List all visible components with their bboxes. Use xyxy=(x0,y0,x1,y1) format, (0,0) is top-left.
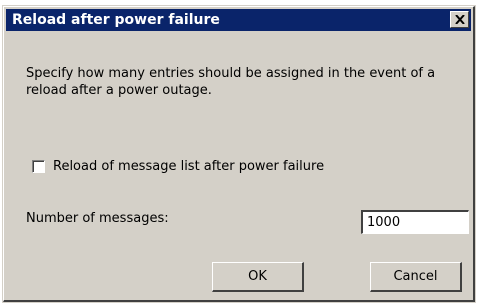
reload-checkbox-label[interactable]: Reload of message list after power failu… xyxy=(53,159,324,174)
title-bar[interactable]: Reload after power failure xyxy=(6,9,471,31)
dialog-description: Specify how many entries should be assig… xyxy=(26,66,436,98)
ok-button[interactable]: OK xyxy=(212,262,304,292)
reload-dialog: Reload after power failure Specify how m… xyxy=(2,5,476,303)
cancel-button[interactable]: Cancel xyxy=(370,262,462,292)
reload-checkbox-row[interactable]: Reload of message list after power failu… xyxy=(32,159,324,174)
close-icon xyxy=(454,15,465,24)
close-button[interactable] xyxy=(450,11,469,28)
reload-checkbox[interactable] xyxy=(32,160,45,173)
dialog-title: Reload after power failure xyxy=(12,12,220,28)
number-of-messages-label: Number of messages: xyxy=(26,211,169,226)
number-of-messages-input[interactable] xyxy=(361,210,469,234)
